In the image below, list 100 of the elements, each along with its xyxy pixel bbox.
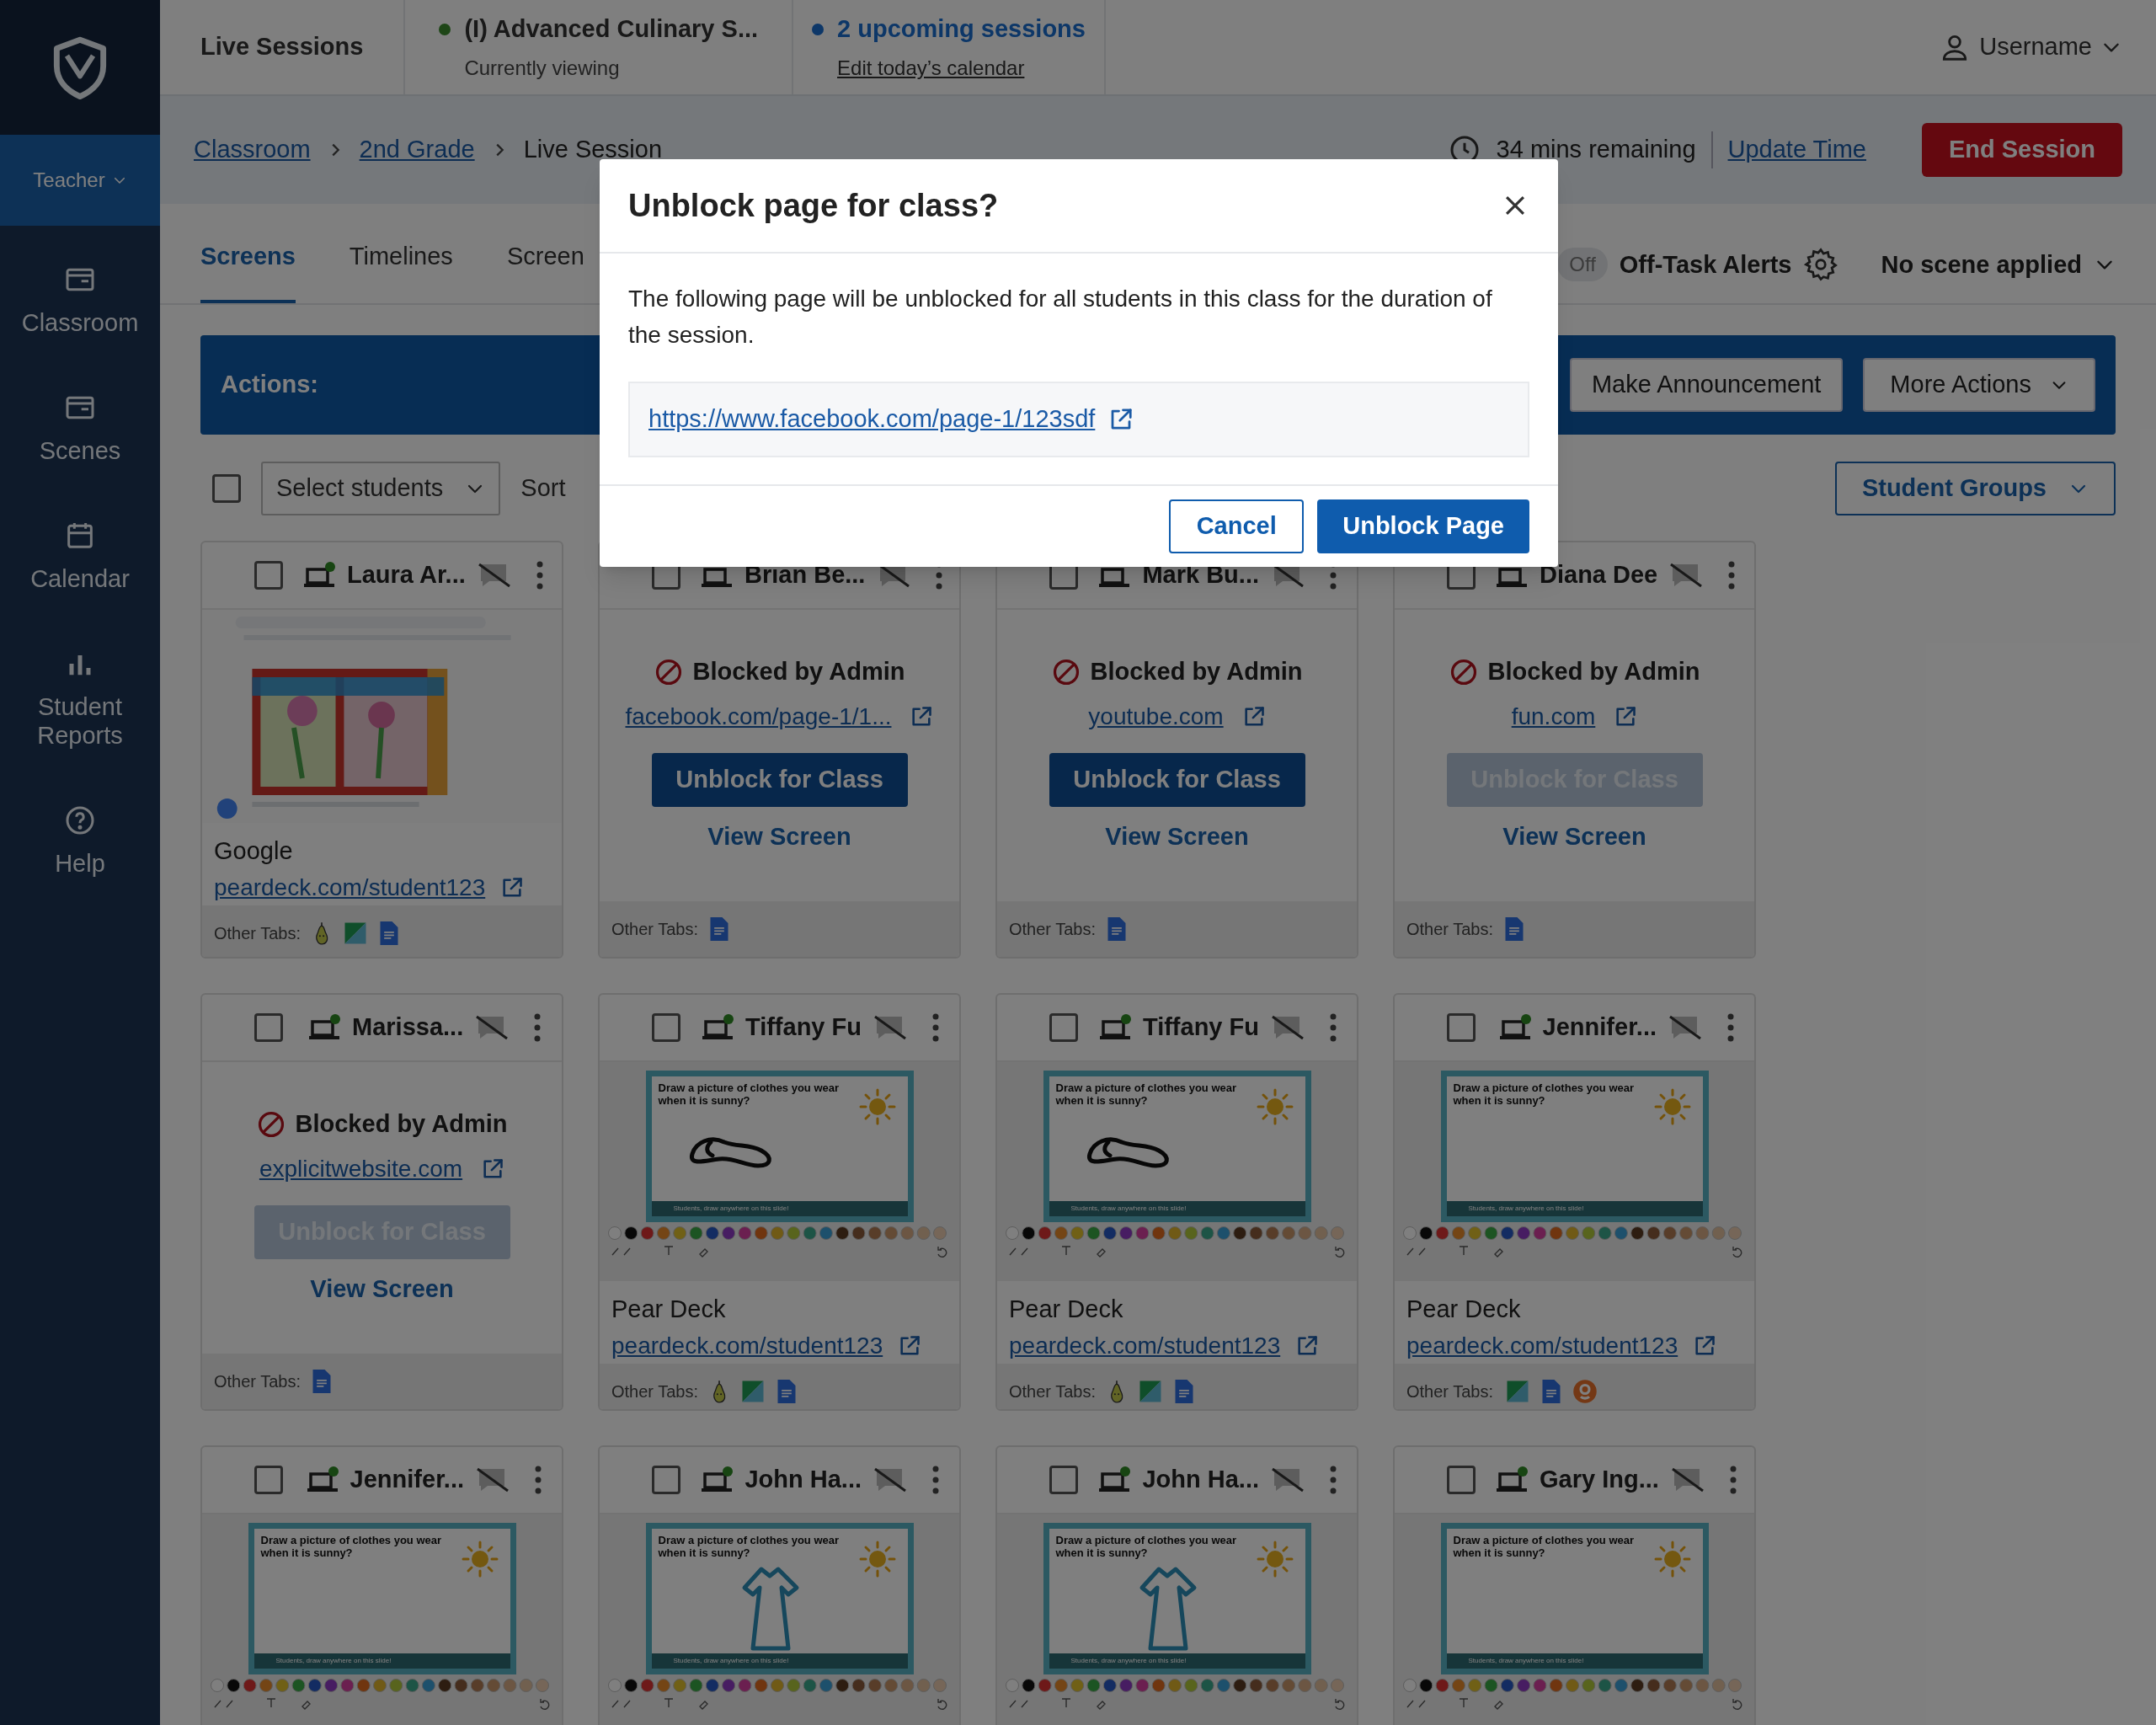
checkbox[interactable] (652, 1466, 680, 1494)
checkbox[interactable] (212, 474, 241, 503)
external-link-icon (500, 875, 525, 900)
tab[interactable]: Timelines (349, 238, 453, 303)
nav-item[interactable]: Student Reports (0, 610, 160, 766)
student-url-link[interactable]: peardeck.com/student123 (214, 869, 486, 905)
app-name: Pear Deck (1008, 1295, 1124, 1324)
unblock-page-button[interactable]: Unblock Page (1317, 499, 1529, 553)
blocked-url-link[interactable]: youtube.com (1088, 698, 1224, 734)
slide-footer-text: Students, draw anywhere on this slide! (673, 1656, 789, 1666)
slide-footer-text: Students, draw anywhere on this slide! (673, 1204, 789, 1214)
document-icon (1107, 917, 1127, 941)
student-name: Jennifer... (1542, 1012, 1657, 1043)
tab[interactable]: Screens (200, 238, 296, 303)
role-menu[interactable]: Teacher (0, 135, 160, 226)
calendar-link[interactable]: Edit today’s calendar (812, 52, 1086, 83)
checkbox[interactable] (1447, 1466, 1476, 1494)
blocked-message: Blocked by Admin (692, 657, 905, 686)
slide-prompt: Draw a picture of clothes you wear when it is sunny? (658, 1081, 841, 1107)
upcoming-sessions-link[interactable]: 2 upcoming sessions (837, 11, 1086, 48)
checkbox[interactable] (254, 561, 283, 590)
nav-item[interactable]: Calendar (0, 482, 160, 610)
document-icon (710, 917, 729, 941)
breadcrumb-link[interactable]: 2nd Grade (359, 131, 475, 168)
more-actions-dropdown[interactable]: More Actions (1863, 358, 2095, 412)
student-name: Brian Be... (744, 560, 866, 590)
checkbox[interactable] (1049, 1013, 1078, 1042)
unblock-button[interactable]: Unblock for Class (651, 752, 908, 807)
other-tabs-label: Other Tabs: (1406, 919, 1494, 940)
slide-footer-text: Students, draw anywhere on this slide! (275, 1656, 392, 1666)
toggle-switch[interactable]: Off (1557, 248, 1608, 282)
student-name: Diana Dee (1540, 560, 1658, 590)
unblock-button[interactable]: Unblock for Class (1049, 752, 1305, 807)
student-name: Gary Ing... (1540, 1465, 1659, 1495)
slide-thumbnail[interactable]: Draw a picture of clothes you wear when it is sunny? Students, draw anywhere on this slide! (1043, 1523, 1311, 1674)
nav-item[interactable]: Classroom (0, 226, 160, 354)
slide-prompt: Draw a picture of clothes you wear when it is sunny? (260, 1534, 443, 1559)
student-url-link[interactable]: peardeck.com/student123 (1406, 1327, 1678, 1364)
checkbox[interactable] (254, 1466, 283, 1494)
cancel-button[interactable]: Cancel (1169, 499, 1305, 553)
user-menu[interactable]: Username (1939, 0, 2156, 94)
announcement-button[interactable]: Make Announcement (1569, 358, 1844, 412)
checkbox[interactable] (1049, 1466, 1078, 1494)
sun-icon (1653, 1088, 1691, 1125)
view-screen-link[interactable]: View Screen (1105, 818, 1249, 855)
other-tabs-label: Other Tabs: (214, 922, 302, 944)
slide-prompt: Draw a picture of clothes you wear when it is sunny? (1055, 1534, 1238, 1559)
slide-thumbnail[interactable]: Draw a picture of clothes you wear when it is sunny? Students, draw anywhere on this slide! (1440, 1523, 1709, 1674)
breadcrumb-link[interactable]: Classroom (194, 131, 311, 168)
student-url-link[interactable]: peardeck.com/student123 (611, 1327, 883, 1364)
sun-icon (858, 1541, 896, 1578)
slide-thumbnail[interactable]: Draw a picture of clothes you wear when it is sunny? Students, draw anywhere on this slide! (248, 1523, 516, 1674)
slide-thumbnail[interactable]: Draw a picture of clothes you wear when it is sunny? Students, draw anywhere on this slide! (1043, 1071, 1311, 1222)
slide-prompt: Draw a picture of clothes you wear when it is sunny? (1055, 1081, 1238, 1107)
slide-thumbnail[interactable]: Draw a picture of clothes you wear when it is sunny? Students, draw anywhere on this slide! (645, 1071, 914, 1222)
document-icon (1505, 917, 1524, 941)
breadcrumb-current: Live Session (523, 135, 663, 165)
slide-thumbnail[interactable]: Draw a picture of clothes you wear when it is sunny? Students, draw anywhere on this slide! (645, 1523, 914, 1674)
nav-item[interactable]: Scenes (0, 354, 160, 482)
other-tabs-label: Other Tabs: (214, 1371, 302, 1392)
student-name: Tiffany Fu (1142, 1012, 1259, 1043)
session-name[interactable]: (I) Advanced Culinary S... (464, 11, 759, 48)
sun-icon (461, 1541, 499, 1578)
checkbox[interactable] (1447, 1013, 1476, 1042)
checkbox[interactable] (652, 1013, 680, 1042)
other-tabs-label: Other Tabs: (611, 919, 699, 940)
document-icon (380, 921, 399, 945)
student-groups-dropdown[interactable]: Student Groups (1834, 462, 2116, 515)
slide-footer-text: Students, draw anywhere on this slide! (1468, 1204, 1584, 1214)
session-subtitle: Currently viewing (463, 55, 621, 81)
slide-prompt: Draw a picture of clothes you wear when it is sunny? (658, 1534, 841, 1559)
unblock-url-link[interactable]: https://www.facebook.com/page-1/123sdf (648, 401, 1096, 438)
slide-thumbnail[interactable]: Draw a picture of clothes you wear when it is sunny? Students, draw anywhere on this slide! (1440, 1071, 1709, 1222)
blocked-icon (1449, 657, 1478, 686)
update-time-link[interactable]: Update Time (1727, 131, 1866, 168)
sun-icon (1256, 1088, 1294, 1125)
app-name: Pear Deck (611, 1295, 727, 1324)
settings-icon[interactable] (1803, 247, 1839, 283)
student-url-link[interactable]: peardeck.com/student123 (1009, 1327, 1281, 1364)
external-link-icon (898, 1333, 922, 1358)
scene-dropdown[interactable]: No scene applied (1881, 246, 2116, 283)
end-session-button[interactable]: End Session (1921, 123, 2122, 177)
profile-badge-icon (1572, 1378, 1598, 1404)
student-name: Mark Bu... (1142, 560, 1259, 590)
student-name: Tiffany Fu (744, 1012, 862, 1043)
student-name: Laura Ar... (347, 560, 466, 590)
other-tabs-label: Other Tabs: (1406, 1381, 1494, 1402)
blocked-url-link[interactable]: facebook.com/page-1/1... (625, 698, 892, 734)
view-screen-link[interactable]: View Screen (707, 818, 851, 855)
dialog-message: The following page will be unblocked for all students in this class for the duration of the session. (628, 285, 1493, 350)
other-tabs-label: Other Tabs: (1009, 1381, 1097, 1402)
blocked-icon (1051, 657, 1081, 686)
select-students-dropdown[interactable]: Select students (261, 462, 501, 515)
tab[interactable]: Screen (506, 238, 584, 303)
external-link-icon (1295, 1333, 1320, 1358)
document-icon (777, 1379, 797, 1403)
nav-item[interactable]: Help (0, 766, 160, 895)
blocked-message: Blocked by Admin (1090, 657, 1303, 686)
student-name: Jennifer... (350, 1465, 464, 1495)
sort-dropdown[interactable]: Sort (520, 470, 566, 507)
